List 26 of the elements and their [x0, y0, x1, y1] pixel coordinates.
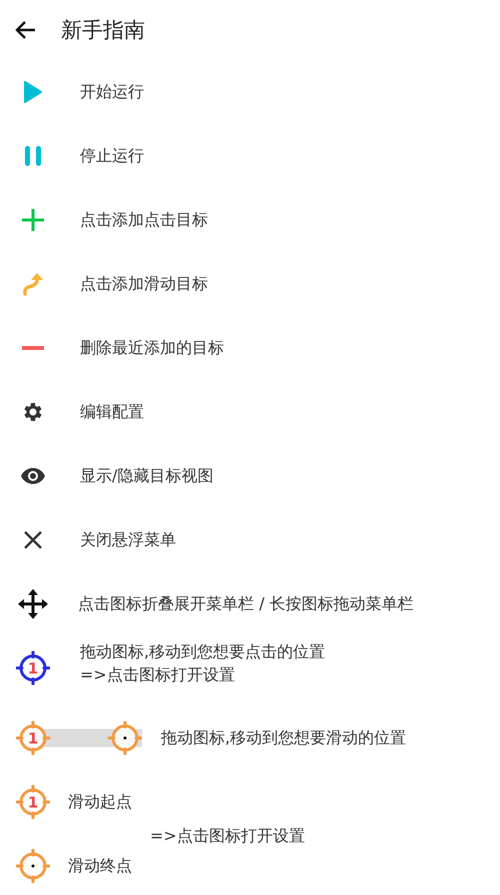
- guide-label: 滑动起点: [68, 792, 132, 812]
- swipe-target-drawing[interactable]: 1: [16, 721, 142, 755]
- minus-icon: [22, 346, 44, 350]
- guide-label: 点击添加滑动目标: [80, 274, 208, 294]
- pause-icon: [24, 145, 42, 167]
- guide-label: 停止运行: [80, 146, 144, 166]
- play-icon: [23, 80, 43, 104]
- guide-label: 滑动终点: [68, 856, 132, 876]
- guide-label: 删除最近添加的目标: [80, 338, 224, 358]
- guide-label: 拖动图标,移动到您想要滑动的位置: [161, 728, 406, 748]
- guide-label: 关闭悬浮菜单: [80, 530, 176, 550]
- back-arrow-icon[interactable]: [14, 20, 36, 40]
- guide-label: 编辑配置: [80, 402, 144, 422]
- guide-label: 拖动图标,移动到您想要点击的位置: [80, 641, 326, 663]
- guide-label: 开始运行: [80, 82, 144, 102]
- guide-label: 显示/隐藏目标视图: [80, 466, 214, 486]
- guide-label: 点击添加点击目标: [80, 210, 208, 230]
- plus-icon: [21, 208, 45, 232]
- page-title: 新手指南: [61, 17, 145, 44]
- eye-icon: [20, 467, 46, 485]
- close-icon: [23, 530, 43, 550]
- guide-label: 点击图标折叠展开菜单栏 / 长按图标拖动菜单栏: [78, 594, 414, 614]
- guide-label: =>点击图标打开设置: [80, 664, 236, 686]
- guide-label: =>点击图标打开设置: [150, 826, 305, 845]
- curved-arrow-icon: [22, 272, 44, 296]
- move-icon: [17, 588, 49, 620]
